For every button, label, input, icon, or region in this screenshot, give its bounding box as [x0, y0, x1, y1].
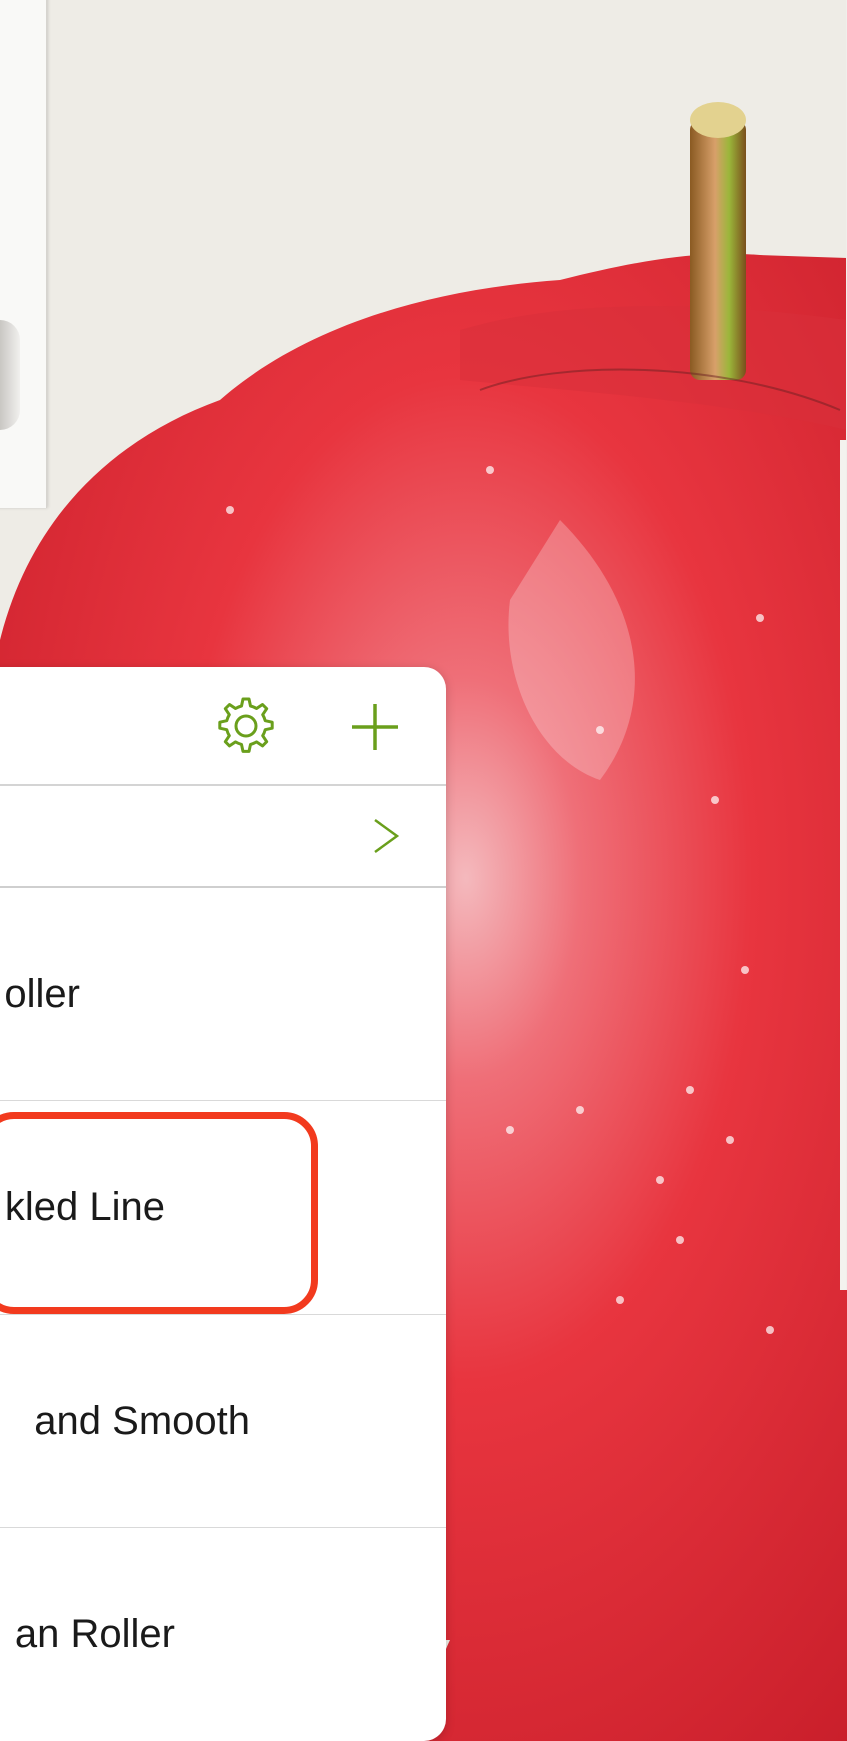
- brush-category-row[interactable]: [0, 786, 446, 888]
- gear-icon[interactable]: [214, 694, 278, 758]
- brush-item-label: an Roller: [14, 1612, 175, 1656]
- reference-image-card[interactable]: [0, 0, 47, 508]
- chevron-right-icon: [374, 818, 400, 854]
- panel-header: [0, 667, 446, 786]
- selection-highlight-outline: [0, 1112, 318, 1314]
- add-icon[interactable]: [350, 702, 400, 752]
- brush-item[interactable]: oller: [0, 888, 446, 1101]
- brush-item[interactable]: an Roller: [0, 1528, 446, 1741]
- brush-item-label: and Smooth: [34, 1398, 250, 1443]
- brush-item[interactable]: and Smooth: [0, 1315, 446, 1528]
- reference-image-shade: [0, 320, 20, 430]
- brush-item-label: oller: [4, 971, 80, 1016]
